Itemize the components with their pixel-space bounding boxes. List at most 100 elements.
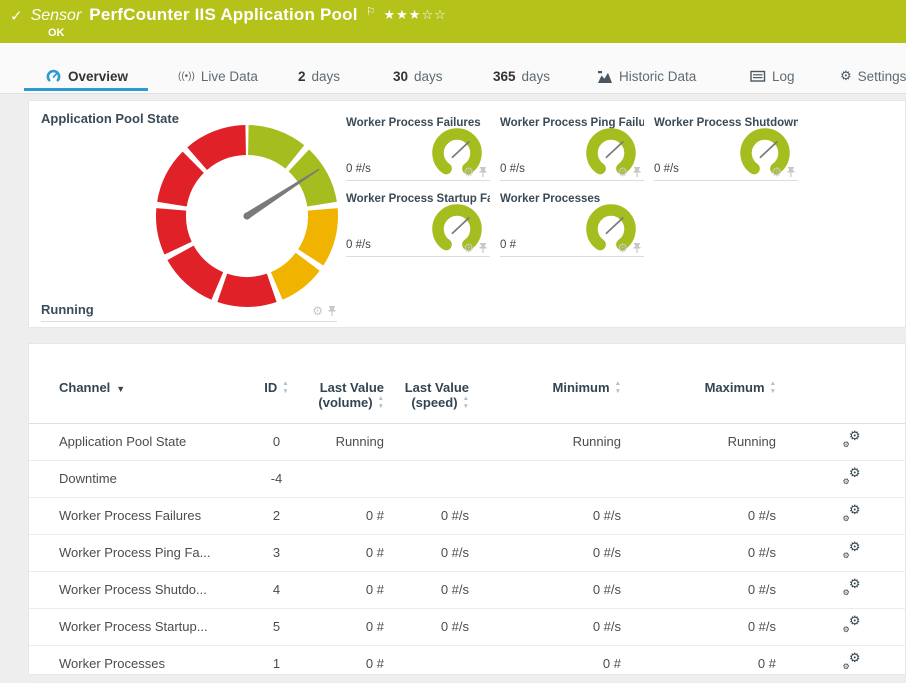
channel-settings-gears-icon[interactable]: ⚙⚙ <box>843 507 861 521</box>
cell-last-value-speed <box>384 423 469 460</box>
mini-gauge-worker-process-shutdown-failures[interactable]: Worker Process Shutdown Fa... 0 #/s ⚙ <box>654 117 798 181</box>
gear-icon: ⚙ <box>849 578 861 591</box>
cell-actions: ⚙⚙ <box>776 423 906 460</box>
mini-gauge-worker-process-ping-failures[interactable]: Worker Process Ping Failures 0 #/s ⚙ <box>500 117 644 181</box>
object-kind-label: Sensor <box>31 7 82 25</box>
column-header-last-value-volume[interactable]: Last Value (volume)▲▼ <box>299 380 384 423</box>
cell-actions: ⚙⚙ <box>776 608 906 645</box>
sensor-header: ✓ Sensor PerfCounter IIS Application Poo… <box>0 0 906 43</box>
cell-last-value-speed: 0 #/s <box>384 497 469 534</box>
tab-settings[interactable]: ⚙ Settings <box>840 69 906 84</box>
tab-365-days[interactable]: 365 days <box>493 69 550 84</box>
cell-channel: Downtime <box>29 460 254 497</box>
gauge-settings-icon[interactable]: ⚙ <box>463 166 474 178</box>
priority-stars[interactable]: ★★★☆☆ <box>384 7 447 23</box>
channel-settings-gears-icon[interactable]: ⚙⚙ <box>843 618 861 632</box>
cell-id: -4 <box>254 460 299 497</box>
active-tab-underline <box>24 88 148 91</box>
mini-gauge-worker-process-failures[interactable]: Worker Process Failures 0 #/s ⚙ <box>346 117 490 181</box>
table-row: Worker Process Shutdo...40 #0 #/s0 #/s0 … <box>29 571 906 608</box>
channel-settings-gears-icon[interactable]: ⚙⚙ <box>843 655 861 669</box>
cell-id: 1 <box>254 645 299 682</box>
gauge-settings-icon[interactable]: ⚙ <box>312 305 323 317</box>
gear-icon: ⚙ <box>849 430 861 443</box>
cell-maximum: 0 #/s <box>621 497 776 534</box>
cell-last-value-speed: 0 #/s <box>384 608 469 645</box>
channel-table: Channel▼ ID▲▼ Last Value (volume)▲▼ Last… <box>29 380 906 683</box>
column-header-id[interactable]: ID▲▼ <box>254 380 299 423</box>
gauge-settings-icon[interactable]: ⚙ <box>617 242 628 254</box>
cell-maximum: 0 # <box>621 645 776 682</box>
pin-icon[interactable] <box>786 166 796 178</box>
settings-gear-icon: ⚙ <box>840 69 852 84</box>
cell-last-value-speed <box>384 460 469 497</box>
cell-minimum: 0 #/s <box>469 571 621 608</box>
channel-table-panel: Channel▼ ID▲▼ Last Value (volume)▲▼ Last… <box>28 343 906 675</box>
cell-id: 5 <box>254 608 299 645</box>
gear-icon: ⚙ <box>843 552 850 560</box>
table-row: Worker Processes10 #0 #0 #⚙⚙ <box>29 645 906 682</box>
cell-channel: Worker Process Ping Fa... <box>29 534 254 571</box>
cell-channel: Worker Process Shutdo... <box>29 571 254 608</box>
column-header-maximum[interactable]: Maximum▲▼ <box>621 380 776 423</box>
gauge-settings-icon[interactable]: ⚙ <box>617 166 628 178</box>
gear-icon: ⚙ <box>849 615 861 628</box>
cell-maximum: 0 #/s <box>621 608 776 645</box>
gear-icon: ⚙ <box>843 663 850 671</box>
table-row: Application Pool State0RunningRunningRun… <box>29 423 906 460</box>
gear-icon: ⚙ <box>843 515 850 523</box>
gear-icon: ⚙ <box>843 626 850 634</box>
mini-gauge-worker-process-startup-failures[interactable]: Worker Process Startup Failu... 0 #/s ⚙ <box>346 193 490 257</box>
channel-settings-gears-icon[interactable]: ⚙⚙ <box>843 470 861 484</box>
cell-maximum <box>621 460 776 497</box>
tab-30-days[interactable]: 30 days <box>393 69 443 84</box>
gear-icon: ⚙ <box>849 652 861 665</box>
channel-settings-gears-icon[interactable]: ⚙⚙ <box>843 581 861 595</box>
mini-gauge-worker-processes[interactable]: Worker Processes 0 # ⚙ <box>500 193 644 257</box>
table-row: Worker Process Ping Fa...30 #0 #/s0 #/s0… <box>29 534 906 571</box>
cell-last-value-volume: 0 # <box>299 608 384 645</box>
tab-2-days[interactable]: 2 days <box>298 69 340 84</box>
tab-live-data[interactable]: ((•)) Live Data <box>178 69 258 84</box>
pin-icon[interactable] <box>478 166 488 178</box>
pin-icon[interactable] <box>327 305 337 317</box>
main-gauge-value: Running <box>41 302 94 317</box>
table-row: Worker Process Failures20 #0 #/s0 #/s0 #… <box>29 497 906 534</box>
cell-last-value-volume <box>299 460 384 497</box>
gauge-settings-icon[interactable]: ⚙ <box>771 166 782 178</box>
cell-id: 4 <box>254 571 299 608</box>
gauge-settings-icon[interactable]: ⚙ <box>463 242 474 254</box>
overview-gauges-panel: Application Pool State Running ⚙ Worker … <box>28 100 906 328</box>
sort-arrows-icon: ▲▼ <box>282 380 288 394</box>
log-icon <box>750 70 766 83</box>
sensor-status-badge: OK <box>48 27 65 39</box>
cell-minimum: 0 #/s <box>469 608 621 645</box>
cell-last-value-volume: 0 # <box>299 645 384 682</box>
cell-last-value-speed <box>384 645 469 682</box>
tab-overview[interactable]: Overview <box>45 68 128 84</box>
gear-icon: ⚙ <box>849 467 861 480</box>
column-header-channel[interactable]: Channel▼ <box>29 380 254 423</box>
channel-settings-gears-icon[interactable]: ⚙⚙ <box>843 544 861 558</box>
cell-actions: ⚙⚙ <box>776 460 906 497</box>
pin-icon[interactable] <box>632 242 642 254</box>
application-pool-state-gauge[interactable] <box>155 124 339 308</box>
cell-channel: Application Pool State <box>29 423 254 460</box>
gear-icon: ⚙ <box>849 541 861 554</box>
status-check-icon: ✓ <box>10 7 23 25</box>
column-header-last-value-speed[interactable]: Last Value (speed)▲▼ <box>384 380 469 423</box>
pin-icon[interactable] <box>478 242 488 254</box>
column-header-actions <box>776 380 906 423</box>
column-header-minimum[interactable]: Minimum▲▼ <box>469 380 621 423</box>
cell-minimum: 0 #/s <box>469 497 621 534</box>
cell-last-value-speed: 0 #/s <box>384 571 469 608</box>
channel-settings-gears-icon[interactable]: ⚙⚙ <box>843 433 861 447</box>
cell-maximum: Running <box>621 423 776 460</box>
pin-icon[interactable] <box>632 166 642 178</box>
tab-historic-data[interactable]: Historic Data <box>597 69 696 84</box>
gear-icon: ⚙ <box>843 441 850 449</box>
sort-arrows-icon: ▲▼ <box>463 395 469 409</box>
table-row: Worker Process Startup...50 #0 #/s0 #/s0… <box>29 608 906 645</box>
tab-log[interactable]: Log <box>750 69 795 84</box>
priority-flag-icon[interactable]: ⚐ <box>366 5 376 18</box>
